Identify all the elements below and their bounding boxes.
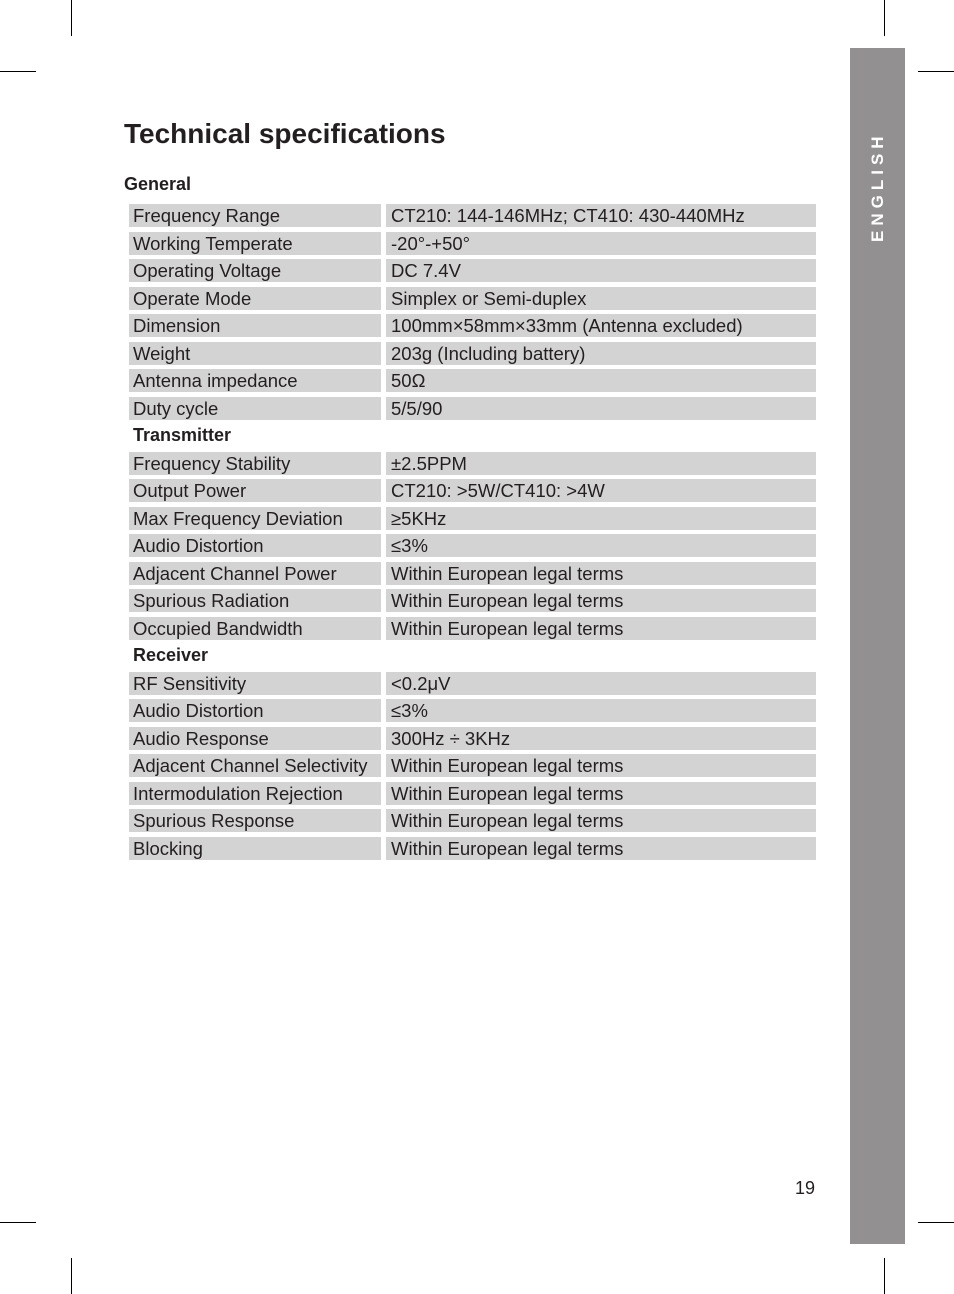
spec-value: -20°-+50° xyxy=(386,231,816,255)
spec-value: Simplex or Semi-duplex xyxy=(386,286,816,310)
spec-label: Max Frequency Deviation xyxy=(129,506,381,530)
spec-row: Spurious Radiation Within European legal … xyxy=(129,589,816,612)
spec-row: Occupied Bandwidth Within European legal … xyxy=(129,616,816,640)
spec-table: Frequency Range CT210: 144-146MHz; CT410:… xyxy=(129,204,816,864)
spec-row: Operate Mode Simplex or Semi-duplex xyxy=(129,286,816,310)
spec-row: Antenna impedance 50Ω xyxy=(129,369,816,392)
crop-mark xyxy=(71,1258,72,1294)
spec-label: Weight xyxy=(129,341,381,365)
spec-label: Operating Voltage xyxy=(129,259,381,282)
spec-value: 5/5/90 xyxy=(386,396,816,420)
spec-label: Adjacent Channel Selectivity xyxy=(129,754,381,777)
spec-row: Frequency Stability ±2.5PPM xyxy=(129,451,816,475)
crop-mark xyxy=(918,71,954,72)
spec-label: Duty cycle xyxy=(129,396,381,420)
spec-row: Audio Response 300Hz ÷ 3KHz xyxy=(129,726,816,750)
spec-row: Adjacent Channel Power Within European le… xyxy=(129,561,816,585)
spec-value: CT210: 144-146MHz; CT410: 430-440MHz xyxy=(386,204,816,227)
spec-value: Within European legal terms xyxy=(386,836,816,860)
language-tab-label: ENGLISH xyxy=(868,131,887,242)
spec-value: 50Ω xyxy=(386,369,816,392)
spec-row: Output Power CT210: >5W/CT410: >4W xyxy=(129,479,816,502)
spec-value: ≥5KHz xyxy=(386,506,816,530)
spec-value: ≤3% xyxy=(386,534,816,557)
spec-row: Weight 203g (Including battery) xyxy=(129,341,816,365)
spec-label: Audio Response xyxy=(129,726,381,750)
section-heading-general: General xyxy=(124,174,192,194)
spec-row: Working Temperate -20°-+50° xyxy=(129,231,816,255)
spec-row: Duty cycle 5/5/90 xyxy=(129,396,816,420)
spec-label: Operate Mode xyxy=(129,286,381,310)
spec-label: Audio Distortion xyxy=(129,534,381,557)
spec-label: Frequency Range xyxy=(129,204,381,227)
crop-mark xyxy=(918,1222,954,1223)
spec-row: Adjacent Channel Selectivity Within Europ… xyxy=(129,754,816,777)
crop-mark xyxy=(0,1222,36,1223)
spec-value: Within European legal terms xyxy=(386,616,816,640)
spec-value: Within European legal terms xyxy=(386,754,816,777)
spec-label: Spurious Radiation xyxy=(129,589,381,612)
spec-label: Adjacent Channel Power xyxy=(129,561,381,585)
spec-row: Intermodulation Rejection Within European… xyxy=(129,781,816,805)
spec-row: Spurious Response Within European legal t… xyxy=(129,809,816,832)
crop-mark xyxy=(71,0,72,36)
spec-value: 300Hz ÷ 3KHz xyxy=(386,726,816,750)
section-heading-receiver: Receiver xyxy=(133,645,209,665)
crop-mark xyxy=(884,1258,885,1294)
spec-label: RF Sensitivity xyxy=(129,671,381,695)
spec-row: Operating Voltage DC 7.4V xyxy=(129,259,816,282)
spec-row: Frequency Range CT210: 144-146MHz; CT410:… xyxy=(129,204,816,227)
spec-value: 203g (Including battery) xyxy=(386,341,816,365)
spec-value: DC 7.4V xyxy=(386,259,816,282)
spec-label: Working Temperate xyxy=(129,231,381,255)
spec-label: Antenna impedance xyxy=(129,369,381,392)
spec-value: ≤3% xyxy=(386,699,816,722)
spec-value: Within European legal terms xyxy=(386,589,816,612)
section-heading-transmitter: Transmitter xyxy=(133,425,232,445)
spec-value: <0.2μV xyxy=(386,671,816,695)
spec-label: Output Power xyxy=(129,479,381,502)
spec-value: CT210: >5W/CT410: >4W xyxy=(386,479,816,502)
spec-label: Intermodulation Rejection xyxy=(129,781,381,805)
crop-mark xyxy=(884,0,885,36)
spec-row: RF Sensitivity <0.2μV xyxy=(129,671,816,695)
spec-label: Spurious Response xyxy=(129,809,381,832)
spec-value: Within European legal terms xyxy=(386,781,816,805)
spec-row: Blocking Within European legal terms xyxy=(129,836,816,860)
spec-label: Frequency Stability xyxy=(129,451,381,475)
spec-label: Occupied Bandwidth xyxy=(129,616,381,640)
spec-row: Dimension 100mm×58mm×33mm (Antenna exclud… xyxy=(129,314,816,337)
spec-value: ±2.5PPM xyxy=(386,451,816,475)
spec-label: Blocking xyxy=(129,836,381,860)
spec-label: Audio Distortion xyxy=(129,699,381,722)
spec-row: Audio Distortion ≤3% xyxy=(129,534,816,557)
spec-value: Within European legal terms xyxy=(386,809,816,832)
spec-row: Audio Distortion ≤3% xyxy=(129,699,816,722)
page-title: Technical specifications xyxy=(124,118,446,149)
spec-value: Within European legal terms xyxy=(386,561,816,585)
page-number: 19 xyxy=(795,1178,816,1198)
spec-row: Max Frequency Deviation ≥5KHz xyxy=(129,506,816,530)
spec-label: Dimension xyxy=(129,314,381,337)
crop-mark xyxy=(0,71,36,72)
spec-value: 100mm×58mm×33mm (Antenna excluded) xyxy=(386,314,816,337)
